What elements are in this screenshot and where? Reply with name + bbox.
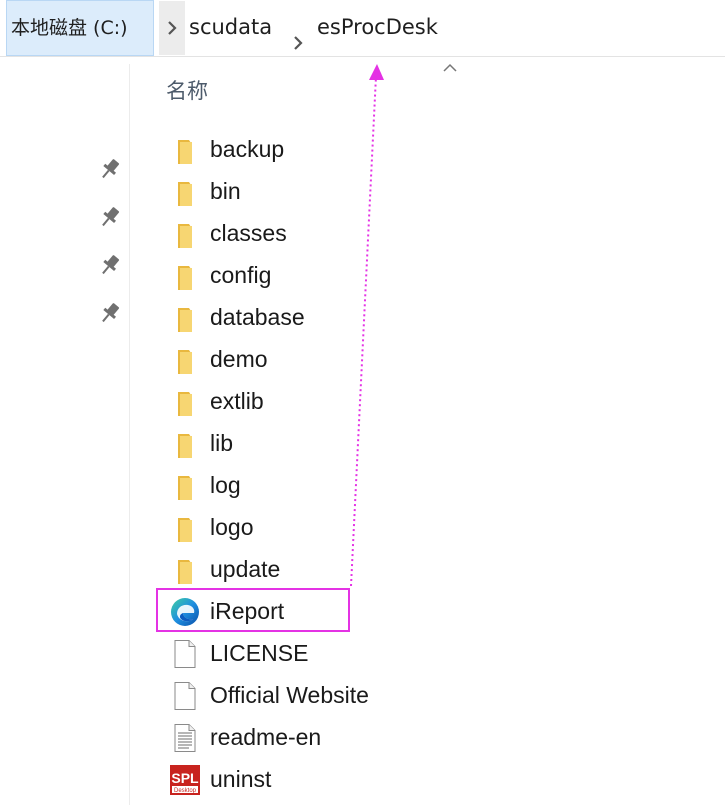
- list-item-update[interactable]: update: [166, 549, 426, 589]
- folder-icon: [178, 140, 192, 164]
- spl-logo-subtext: Desktop: [174, 788, 197, 794]
- breadcrumb-esprocdesk[interactable]: esProcDesk: [317, 0, 438, 56]
- file-name: database: [210, 304, 305, 330]
- breadcrumb-local-disk[interactable]: 本地磁盘 (C:): [6, 0, 154, 56]
- file-name: uninst: [210, 766, 272, 792]
- file-name: config: [210, 262, 272, 288]
- file-name: update: [210, 556, 281, 582]
- pane-divider[interactable]: [129, 64, 130, 805]
- list-item-extlib[interactable]: extlib: [166, 381, 426, 421]
- folder-icon: [178, 224, 192, 248]
- file-name: lib: [210, 430, 234, 456]
- list-item-log[interactable]: log: [166, 465, 426, 505]
- file-name: demo: [210, 346, 268, 372]
- spl-desktop-app-icon: SPL Desktop: [170, 765, 200, 795]
- folder-icon: [178, 266, 192, 290]
- list-item-database[interactable]: database: [166, 297, 426, 337]
- folder-icon: [178, 308, 192, 332]
- pin-icon[interactable]: [97, 300, 123, 326]
- file-name: LICENSE: [210, 640, 309, 666]
- text-file-icon: [174, 724, 196, 752]
- address-bar[interactable]: 本地磁盘 (C:) scudata esProcDesk: [0, 0, 725, 57]
- folder-icon: [178, 476, 192, 500]
- file-name: backup: [210, 136, 285, 162]
- list-item-license[interactable]: LICENSE: [166, 633, 426, 673]
- list-item-classes[interactable]: classes: [166, 213, 426, 253]
- breadcrumb-separator[interactable]: [159, 1, 185, 55]
- folder-icon: [178, 350, 192, 374]
- pin-icon[interactable]: [97, 252, 123, 278]
- file-name: log: [210, 472, 241, 498]
- blank-file-icon: [174, 682, 196, 710]
- folder-icon: [178, 518, 192, 542]
- list-item-config[interactable]: config: [166, 255, 426, 295]
- list-item-official-website[interactable]: Official Website: [166, 675, 426, 715]
- breadcrumb-separator[interactable]: [287, 16, 307, 50]
- list-item-bin[interactable]: bin: [166, 171, 426, 211]
- column-header-name[interactable]: 名称: [166, 75, 208, 105]
- file-name: Official Website: [210, 682, 369, 708]
- folder-icon: [178, 434, 192, 458]
- file-name: extlib: [210, 388, 264, 414]
- chevron-right-icon: [294, 36, 303, 50]
- pin-icon[interactable]: [97, 204, 123, 230]
- file-name: logo: [210, 514, 254, 540]
- folder-icon: [178, 392, 192, 416]
- blank-file-icon: [174, 640, 196, 668]
- folder-icon: [178, 560, 192, 584]
- file-name: bin: [210, 178, 241, 204]
- list-item-lib[interactable]: lib: [166, 423, 426, 463]
- spl-logo-text: SPL: [171, 770, 199, 786]
- file-name: classes: [210, 220, 287, 246]
- file-name: readme-en: [210, 724, 322, 750]
- list-item-uninst[interactable]: SPL Desktop uninst: [166, 759, 426, 799]
- pin-icon[interactable]: [97, 156, 123, 182]
- sort-ascending-icon[interactable]: [442, 63, 458, 73]
- breadcrumb-scudata[interactable]: scudata: [189, 0, 272, 56]
- list-item-logo[interactable]: logo: [166, 507, 426, 547]
- list-item-readme-en[interactable]: readme-en: [166, 717, 426, 757]
- list-item-demo[interactable]: demo: [166, 339, 426, 379]
- folder-icon: [178, 182, 192, 206]
- highlight-box: [156, 588, 350, 632]
- list-item-backup[interactable]: backup: [166, 129, 426, 169]
- chevron-right-icon: [168, 21, 177, 35]
